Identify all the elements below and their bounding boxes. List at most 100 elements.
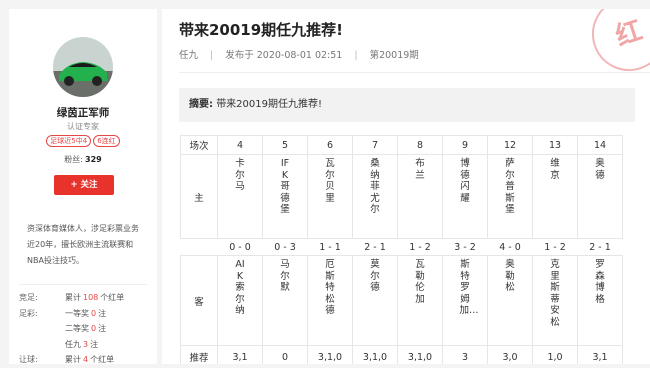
home-label: 主 — [180, 154, 218, 239]
record-badge: 足球近5中4 — [46, 135, 92, 147]
match-no: 13 — [532, 135, 578, 155]
away-team-cell: 斯特罗姆加… — [442, 255, 488, 346]
home-team: IFK哥德堡 — [280, 158, 290, 215]
stat-label: 足彩: — [19, 308, 38, 318]
match-no: 7 — [352, 135, 398, 155]
stat-row: 足彩: 一等奖 0 注 — [19, 306, 154, 322]
home-team-cell: 维京 — [532, 154, 578, 239]
avatar[interactable] — [53, 37, 113, 97]
home-team: 萨尔普斯堡 — [505, 158, 515, 215]
home-team-cell: 卡尔马 — [217, 154, 263, 239]
stat-suffix: 注 — [98, 308, 107, 318]
pick-value: 3,0 — [487, 345, 533, 364]
stat-row: 让球: 累计 4 个红单 — [19, 352, 154, 368]
away-team-cell: 奥勒松 — [487, 255, 533, 346]
match-no-label: 场次 — [180, 135, 218, 155]
match-no: 12 — [487, 135, 533, 155]
home-team-cell: 萨尔普斯堡 — [487, 154, 533, 239]
summary-text: 带来20019期任九推荐! — [216, 99, 323, 110]
author-bio: 资深体育媒体人，涉足彩票业务近20年，擅长欧洲主流联赛和NBA投注技巧。 — [27, 224, 139, 265]
stat-row: 竞足: 累计 108 个红单 — [19, 290, 154, 306]
follow-button[interactable]: + 关注 — [54, 175, 114, 195]
pick-value: 3 — [442, 345, 488, 364]
stat-prefix: 任九 — [65, 339, 81, 349]
final-score: 4 - 0 — [487, 238, 533, 256]
away-team-cell: 厄斯特松德 — [307, 255, 353, 346]
author-name[interactable]: 绿茵正军师 — [9, 105, 157, 120]
table-row-match-no: 场次 4 5 6 7 8 9 12 13 14 — [180, 135, 623, 155]
match-no: 6 — [307, 135, 353, 155]
home-team: 博德闪耀 — [460, 158, 470, 204]
away-team-cell: 罗森博格 — [577, 255, 623, 346]
away-team-cell: 马尔默 — [262, 255, 308, 346]
away-team: 克里斯蒂安松 — [550, 259, 560, 328]
summary-label: 摘要: — [189, 99, 213, 110]
table-row-away: 客 AIK索尔纳 马尔默 厄斯特松德 莫尔德 瓦勒伦加 斯特罗姆加… 奥勒松 克里斯蒂安松 罗森博… — [180, 255, 623, 346]
table-row-pick: 推荐 3,1 0 3,1,0 3,1,0 3,1,0 3 3,0 1,0 3,1 — [180, 345, 623, 364]
match-no: 8 — [397, 135, 443, 155]
final-score: 1 - 1 — [307, 238, 353, 256]
article-category[interactable]: 任九 — [179, 50, 198, 61]
pick-value: 3,1,0 — [307, 345, 353, 364]
home-team-cell: 布兰 — [397, 154, 443, 239]
table-row-score: 0 - 00 - 31 - 12 - 11 - 23 - 24 - 01 - 2… — [180, 238, 623, 256]
away-team: 厄斯特松德 — [325, 259, 335, 316]
final-score: 0 - 0 — [217, 238, 263, 256]
away-team: 斯特罗姆加… — [459, 259, 479, 316]
author-badges: 足球近5中4 6连红 — [9, 135, 157, 147]
meta-divider: | — [210, 50, 214, 61]
score-label — [180, 238, 218, 256]
home-team: 瓦尔贝里 — [325, 158, 335, 204]
final-score: 0 - 3 — [262, 238, 308, 256]
stat-label: 让球: — [19, 355, 38, 364]
stat-number: 108 — [83, 293, 99, 302]
stat-suffix: 注 — [98, 324, 107, 333]
stat-number: 0 — [91, 308, 97, 318]
away-team-cell: 莫尔德 — [352, 255, 398, 346]
home-team-cell: 博德闪耀 — [442, 154, 488, 239]
home-team: 奥德 — [595, 158, 605, 181]
final-score: 2 - 1 — [577, 238, 623, 256]
fans-count: 粉丝: 329 — [9, 154, 157, 165]
away-team-cell: AIK索尔纳 — [217, 255, 263, 346]
author-sidebar: 绿茵正军师 认证专家 足球近5中4 6连红 粉丝: 329 + 关注 资深体育媒体… — [9, 9, 157, 364]
stat-suffix: 注 — [90, 339, 99, 349]
home-team-cell: IFK哥德堡 — [262, 154, 308, 239]
red-result-stamp: 红 — [582, 9, 650, 81]
stat-number: 0 — [91, 324, 97, 333]
pick-value: 3,1 — [217, 345, 263, 364]
pick-value: 3,1,0 — [397, 345, 443, 364]
home-team-cell: 瓦尔贝里 — [307, 154, 353, 239]
away-team: 莫尔德 — [370, 259, 380, 293]
stat-label: 竞足: — [19, 293, 38, 302]
stat-prefix: 一等奖 — [65, 308, 89, 318]
stat-prefix: 累计 — [65, 293, 81, 302]
pick-value: 0 — [262, 345, 308, 364]
away-team: 马尔默 — [280, 259, 290, 293]
away-label: 客 — [180, 255, 218, 346]
meta-divider: | — [354, 50, 358, 61]
table-row-home: 主 卡尔马 IFK哥德堡 瓦尔贝里 桑纳菲尤尔 布兰 博德闪耀 萨尔普斯堡 维京 奥德 — [180, 154, 623, 239]
final-score: 1 - 2 — [397, 238, 443, 256]
match-no: 14 — [577, 135, 623, 155]
pick-label: 推荐 — [180, 345, 218, 364]
away-team: AIK索尔纳 — [235, 259, 245, 316]
away-team: 奥勒松 — [505, 259, 515, 293]
title-divider — [179, 72, 650, 73]
streak-badge: 6连红 — [93, 135, 120, 147]
away-team: 瓦勒伦加 — [415, 259, 425, 305]
stat-number: 4 — [83, 355, 89, 364]
home-team-cell: 桑纳菲尤尔 — [352, 154, 398, 239]
home-team: 维京 — [550, 158, 560, 181]
final-score: 1 - 2 — [532, 238, 578, 256]
author-role: 认证专家 — [67, 122, 99, 131]
home-team: 布兰 — [415, 158, 425, 181]
publish-time: 发布于 2020-08-01 02:51 — [225, 50, 343, 61]
away-team: 罗森博格 — [595, 259, 605, 305]
match-no: 4 — [217, 135, 263, 155]
away-team-cell: 克里斯蒂安松 — [532, 255, 578, 346]
stat-suffix: 个红单 — [100, 293, 125, 302]
away-team-cell: 瓦勒伦加 — [397, 255, 443, 346]
issue-number: 第20019期 — [369, 50, 419, 61]
fans-label: 粉丝: — [64, 155, 83, 164]
